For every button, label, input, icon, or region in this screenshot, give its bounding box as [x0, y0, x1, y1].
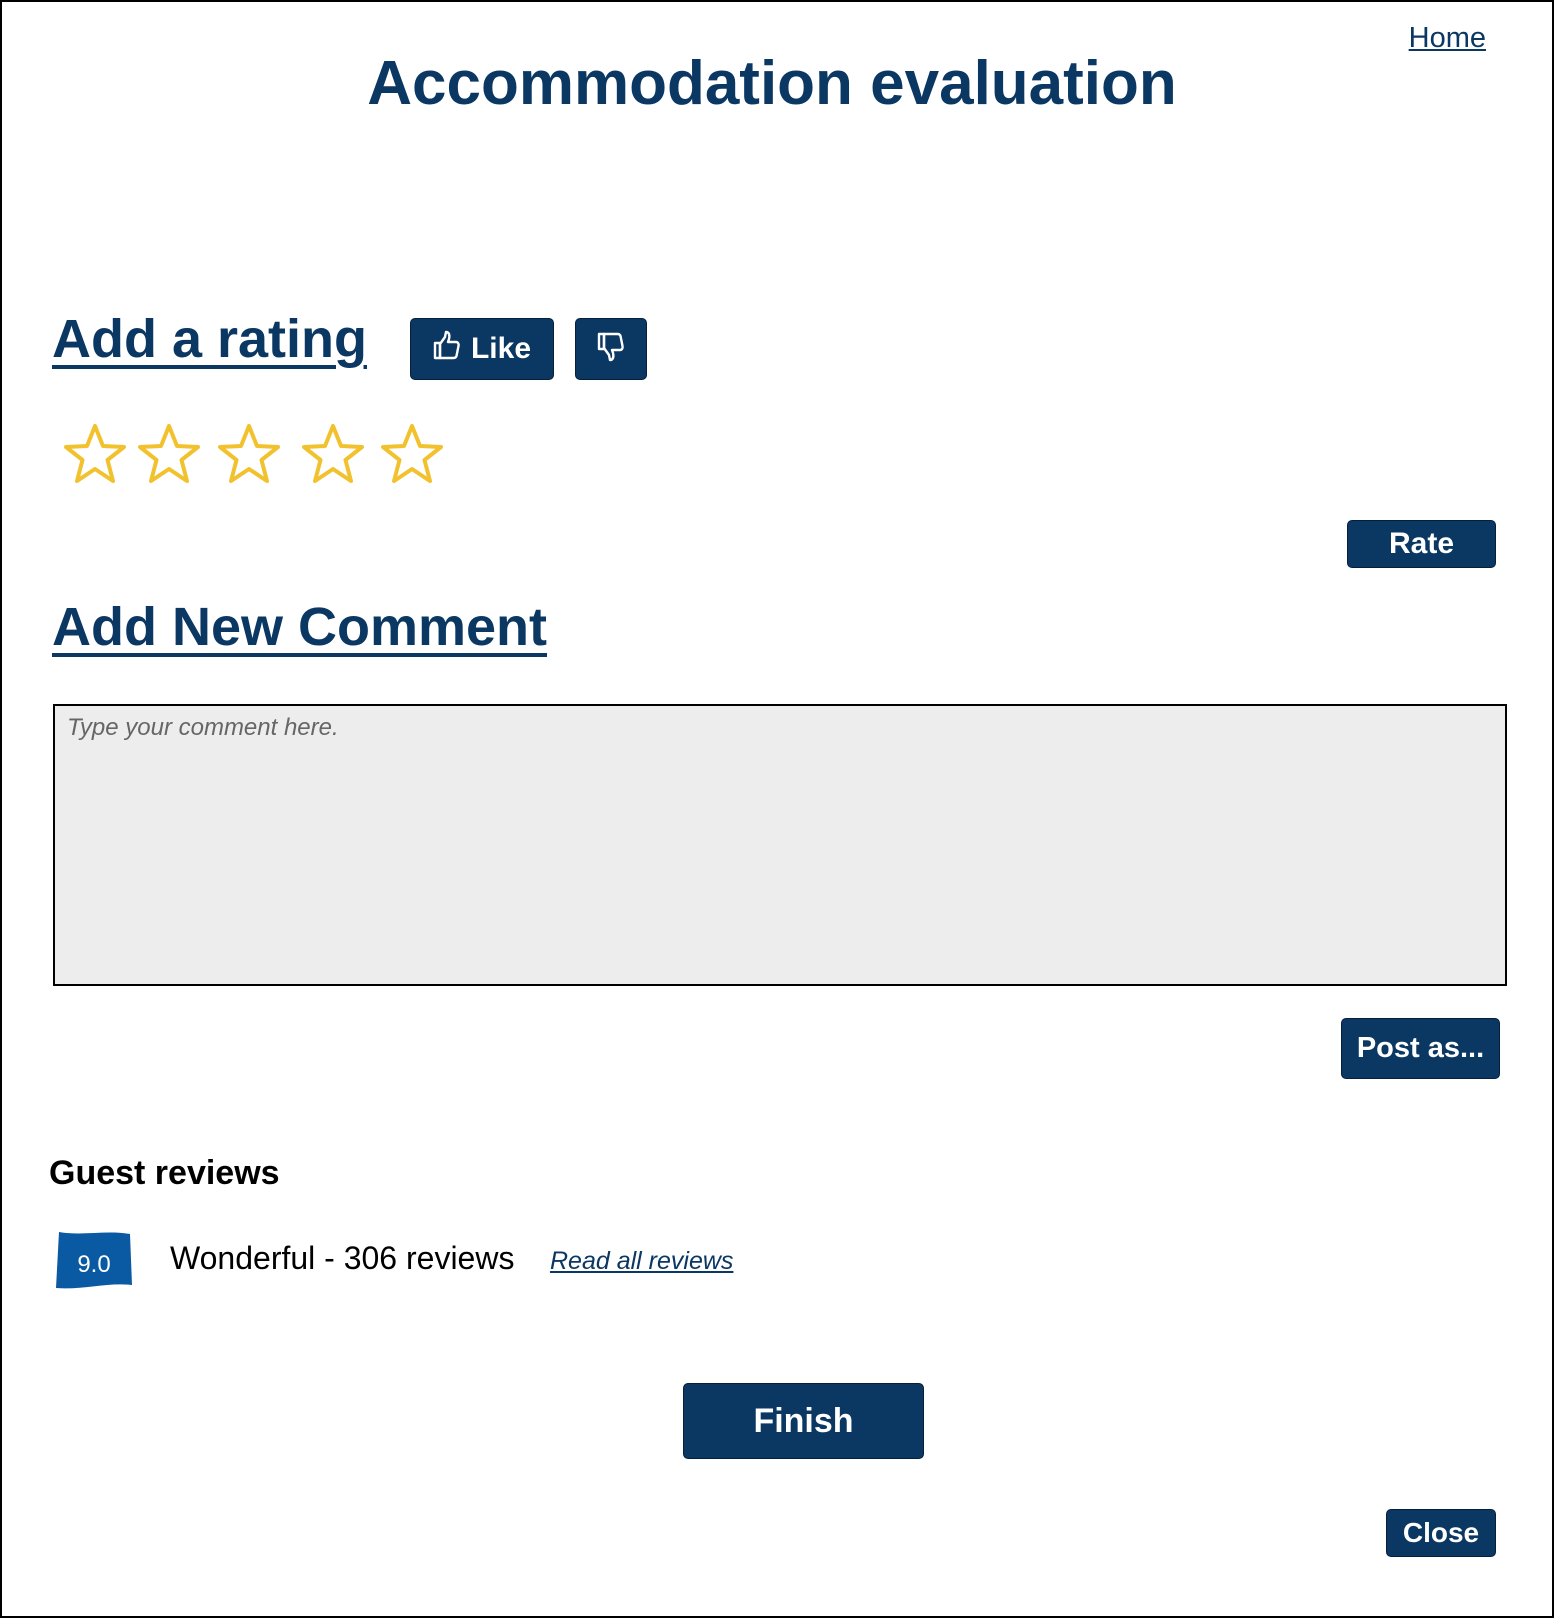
add-comment-heading: Add New Comment — [52, 597, 548, 657]
star-3-icon[interactable] — [216, 422, 282, 488]
star-4-icon[interactable] — [300, 422, 366, 488]
guest-reviews-heading: Guest reviews — [49, 1154, 280, 1192]
like-label: Like — [470, 332, 532, 365]
page-title: Accommodation evaluation — [367, 49, 1177, 118]
star-1-icon[interactable] — [62, 422, 128, 488]
star-2-icon[interactable] — [136, 422, 202, 488]
thumbs-up-icon — [433, 330, 461, 368]
like-button[interactable]: Like — [410, 318, 554, 380]
page-frame: Home Accommodation evaluation Add a rati… — [0, 0, 1554, 1618]
read-all-reviews-link[interactable]: Read all reviews — [550, 1247, 733, 1276]
dislike-button[interactable] — [575, 318, 647, 380]
review-summary: Wonderful - 306 reviews — [170, 1240, 515, 1276]
comment-input[interactable] — [53, 704, 1507, 986]
add-rating-heading: Add a rating — [52, 309, 368, 369]
star-5-icon[interactable] — [379, 422, 445, 488]
close-button[interactable]: Close — [1386, 1509, 1496, 1557]
review-score: 9.0 — [77, 1251, 111, 1278]
post-as-button[interactable]: Post as... — [1341, 1018, 1500, 1079]
finish-button[interactable]: Finish — [683, 1383, 924, 1459]
rate-button[interactable]: Rate — [1347, 520, 1496, 568]
thumbs-down-icon — [597, 332, 625, 367]
